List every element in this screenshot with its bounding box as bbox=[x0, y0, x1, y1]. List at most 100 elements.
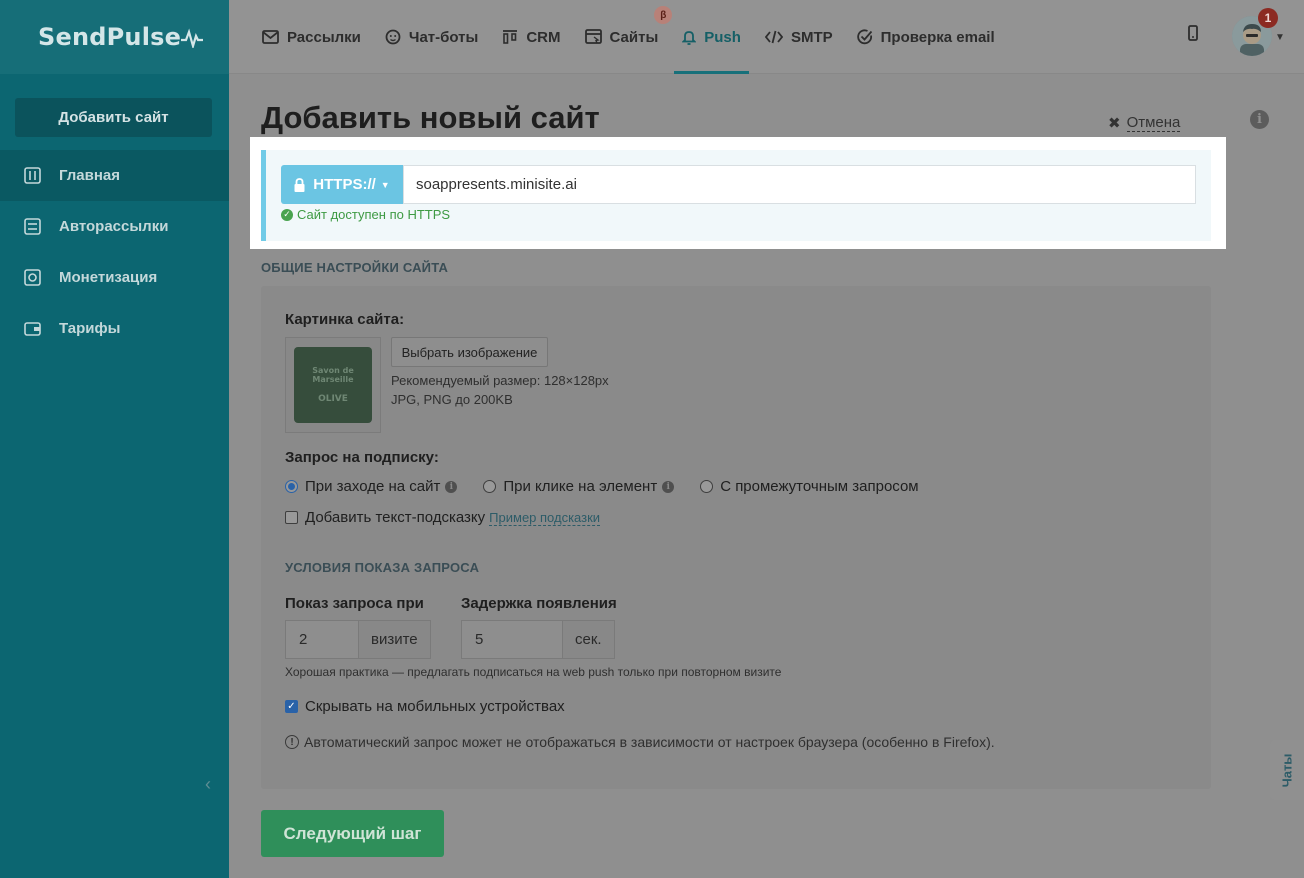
sidebar-item-monetization[interactable]: Монетизация bbox=[0, 252, 229, 303]
cancel-link[interactable]: ✖ Отмена bbox=[1108, 114, 1181, 132]
next-step-button[interactable]: Следующий шаг bbox=[261, 810, 444, 857]
sidebar-item-label: Авторассылки bbox=[59, 218, 169, 235]
protocol-dropdown[interactable]: HTTPS:// ▼ bbox=[281, 165, 403, 204]
delay-unit: сек. bbox=[563, 620, 615, 659]
visit-count-input[interactable]: 2 bbox=[285, 620, 359, 659]
sidebar-item-pricing[interactable]: Тарифы bbox=[0, 303, 229, 354]
chat-tab-label: Чаты bbox=[1279, 753, 1295, 787]
site-url-input[interactable] bbox=[403, 165, 1196, 204]
add-hint-row: Добавить текст-подсказку Пример подсказк… bbox=[285, 509, 601, 526]
lock-icon bbox=[294, 177, 305, 192]
delay-input[interactable]: 5 bbox=[461, 620, 563, 659]
option-on-click[interactable]: При клике на элемент i bbox=[483, 478, 675, 495]
tab-smtp[interactable]: SMTP bbox=[764, 0, 833, 74]
tab-push[interactable]: Push bbox=[674, 0, 749, 74]
wallet-icon bbox=[24, 320, 41, 337]
tab-chatbots[interactable]: Чат-боты bbox=[385, 0, 478, 74]
size-hint: Рекомендуемый размер: 128×128px bbox=[391, 373, 609, 388]
option-label: С промежуточным запросом bbox=[720, 478, 919, 495]
option-on-visit[interactable]: При заходе на сайт i bbox=[285, 478, 458, 495]
sidebar-item-automation[interactable]: Авторассылки bbox=[0, 201, 229, 252]
tab-label: Проверка email bbox=[880, 28, 995, 46]
soap-line: Savon de bbox=[312, 366, 354, 375]
envelope-icon bbox=[262, 30, 279, 44]
warning-text: Автоматический запрос может не отображат… bbox=[304, 734, 995, 750]
chat-tab[interactable]: Чаты bbox=[1270, 740, 1304, 800]
soap-image: Savon de Marseille OLIVE bbox=[294, 347, 372, 423]
hide-mobile-row: ✓ Скрывать на мобильных устройствах bbox=[285, 698, 565, 715]
mobile-icon[interactable] bbox=[1188, 25, 1198, 46]
hide-mobile-label: Скрывать на мобильных устройствах bbox=[305, 698, 565, 715]
cancel-label: Отмена bbox=[1126, 114, 1181, 132]
collapse-sidebar-icon[interactable]: ‹ bbox=[205, 774, 211, 795]
radio-intermediate[interactable] bbox=[700, 480, 714, 493]
check-icon: ✓ bbox=[281, 208, 293, 221]
brand-logo[interactable]: SendPulse bbox=[38, 23, 204, 51]
chevron-down-icon: ▼ bbox=[380, 179, 390, 190]
sidebar-item-home[interactable]: Главная bbox=[0, 150, 229, 201]
sidebar: SendPulse Добавить сайт Главная Авторасс… bbox=[0, 0, 229, 878]
option-label: При заходе на сайт bbox=[305, 478, 441, 495]
format-hint: JPG, PNG до 200KB bbox=[391, 392, 513, 407]
choose-image-button[interactable]: Выбрать изображение bbox=[391, 337, 548, 367]
tab-label: Рассылки bbox=[287, 28, 361, 46]
bell-icon bbox=[682, 29, 697, 45]
side-nav: Главная Авторассылки Монетизация Тарифы bbox=[0, 150, 229, 354]
site-image-label: Картинка сайта: bbox=[285, 311, 405, 328]
soap-line: OLIVE bbox=[318, 394, 348, 404]
site-image-thumbnail: Savon de Marseille OLIVE bbox=[285, 337, 381, 433]
https-status: ✓ Сайт доступен по HTTPS bbox=[281, 207, 450, 222]
option-label: При клике на элемент bbox=[503, 478, 658, 495]
show-on-group: 2 визите bbox=[285, 620, 431, 659]
add-hint-label: Добавить текст-подсказку bbox=[305, 509, 486, 526]
tab-label: Push bbox=[704, 28, 741, 46]
pulse-icon bbox=[181, 28, 204, 50]
conditions-title: УСЛОВИЯ ПОКАЗА ЗАПРОСА bbox=[285, 560, 480, 575]
info-icon[interactable]: i bbox=[662, 480, 675, 493]
sidebar-item-label: Монетизация bbox=[59, 269, 158, 286]
hint-example-link[interactable]: Пример подсказки bbox=[489, 510, 601, 526]
option-intermediate[interactable]: С промежуточным запросом bbox=[700, 478, 919, 495]
chevron-down-icon[interactable]: ▼ bbox=[1275, 32, 1285, 43]
hide-mobile-checkbox[interactable]: ✓ bbox=[285, 700, 298, 713]
close-icon: ✖ bbox=[1108, 115, 1121, 132]
visit-unit: визите bbox=[359, 620, 431, 659]
tab-label: Чат-боты bbox=[408, 28, 479, 46]
info-icon[interactable]: i bbox=[445, 480, 458, 493]
sliders-icon bbox=[24, 167, 41, 184]
practice-hint: Хорошая практика — предлагать подписатьс… bbox=[285, 665, 782, 679]
radio-on-visit[interactable] bbox=[285, 480, 298, 493]
soap-line: Marseille bbox=[312, 375, 354, 384]
add-hint-checkbox[interactable] bbox=[285, 511, 298, 524]
protocol-label: HTTPS:// bbox=[313, 176, 376, 193]
tab-mailings[interactable]: Рассылки bbox=[262, 0, 361, 74]
tab-email-verification[interactable]: Проверка email bbox=[856, 0, 995, 74]
top-bar: Рассылки Чат-боты CRM Сайты β Push SMTP … bbox=[229, 0, 1304, 74]
tab-sites[interactable]: Сайты β bbox=[584, 0, 673, 74]
delay-group: 5 сек. bbox=[461, 620, 615, 659]
tab-crm[interactable]: CRM bbox=[502, 0, 561, 74]
delay-label: Задержка появления bbox=[461, 595, 617, 612]
radio-on-click[interactable] bbox=[483, 480, 497, 493]
logo-area: SendPulse bbox=[0, 0, 229, 74]
tab-label: CRM bbox=[526, 28, 561, 46]
subscription-label: Запрос на подписку: bbox=[285, 449, 439, 466]
page-title: Добавить новый сайт bbox=[261, 100, 600, 135]
site-icon bbox=[584, 29, 602, 45]
tab-label: Сайты bbox=[609, 28, 659, 46]
https-status-text: Сайт доступен по HTTPS bbox=[297, 207, 451, 222]
warning-icon: ! bbox=[285, 735, 299, 749]
info-icon[interactable]: i bbox=[1250, 110, 1269, 129]
warning-row: ! Автоматический запрос может не отображ… bbox=[285, 734, 995, 750]
add-site-button[interactable]: Добавить сайт bbox=[15, 98, 212, 137]
automation-icon bbox=[24, 218, 41, 235]
show-on-label: Показ запроса при bbox=[285, 595, 424, 612]
notification-badge: 1 bbox=[1258, 8, 1278, 28]
sidebar-item-label: Главная bbox=[59, 167, 121, 184]
general-settings-title: ОБЩИЕ НАСТРОЙКИ САЙТА bbox=[261, 260, 449, 275]
check-circle-icon bbox=[856, 29, 873, 45]
code-icon bbox=[764, 30, 783, 44]
sidebar-item-label: Тарифы bbox=[59, 320, 121, 337]
subscription-options: При заходе на сайт i При клике на элемен… bbox=[285, 478, 945, 495]
tab-label: SMTP bbox=[790, 28, 833, 46]
